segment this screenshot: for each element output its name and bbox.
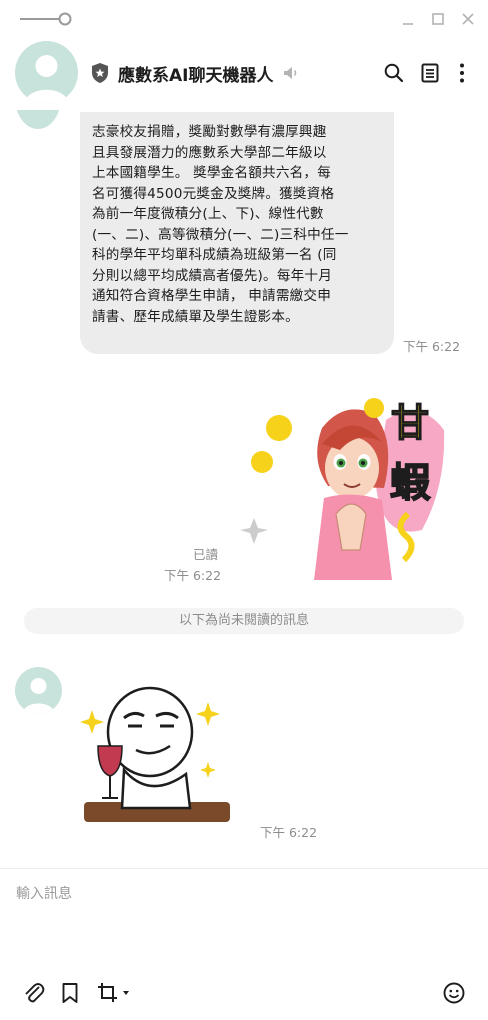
message-line: 科的學年平均單科成績為班級第一名 (同 (92, 247, 337, 263)
praying-girl-sticker[interactable]: 甘 蝦 (234, 390, 446, 580)
notes-icon[interactable] (418, 61, 442, 85)
composer (0, 868, 488, 1020)
bot-message-bubble[interactable]: 志豪校友捐贈，獎勵對數學有濃厚興趣 且具發展潛力的應數系大學部二年級以 上本國籍… (80, 112, 394, 354)
maximize-icon[interactable] (428, 9, 448, 29)
message-line: 通知符合資格學生申請， 申請需繳交申 (92, 288, 332, 304)
paperclip-icon[interactable] (22, 981, 46, 1005)
chat-title: 應數系AI聊天機器人 (118, 66, 274, 86)
crop-icon[interactable] (96, 981, 132, 1005)
default-avatar-icon (24, 55, 69, 104)
window-titlebar (0, 0, 488, 36)
message-line: 志豪校友捐贈，獎勵對數學有濃厚興趣 (92, 124, 327, 140)
message-list[interactable]: 志豪校友捐贈，獎勵對數學有濃厚興趣 且具發展潛力的應數系大學部二年級以 上本國籍… (0, 110, 488, 868)
bookmark-icon[interactable] (58, 981, 82, 1005)
message-timestamp: 下午 6:22 (164, 568, 222, 583)
message-line: 請書、歷年成績單及學生證影本。 (92, 308, 299, 325)
close-icon[interactable] (458, 9, 478, 29)
emoji-icon[interactable] (442, 981, 466, 1005)
bot-avatar[interactable] (15, 667, 62, 714)
message-line: (一、二)、高等微積分(一、二)三科中任一 (92, 226, 349, 243)
bot-avatar[interactable] (15, 110, 61, 129)
shield-star-icon (92, 63, 108, 83)
message-line: 名可獲得4500元獎金及獎牌。獲獎資格 (92, 185, 335, 202)
message-line: 且具發展潛力的應數系大學部二年級以 (92, 144, 327, 161)
message-line: 分則以總平均成績高者優先)。每年十月 (92, 267, 332, 284)
read-receipt: 已讀 (193, 547, 219, 562)
message-input[interactable] (16, 883, 472, 943)
pin-slider-icon[interactable] (18, 11, 74, 27)
more-icon[interactable] (450, 61, 474, 85)
chat-header: 應數系AI聊天機器人 (0, 36, 488, 110)
message-timestamp: 下午 6:22 (260, 825, 318, 840)
message-timestamp: 下午 6:22 (403, 339, 461, 354)
unread-divider: 以下為尚未閱讀的訊息 (24, 608, 464, 634)
chat-avatar[interactable] (15, 41, 78, 104)
svg-text:甘: 甘 (391, 401, 429, 445)
moon-wine-sticker[interactable] (80, 680, 232, 830)
speaker-muted-icon (284, 67, 297, 79)
svg-text:蝦: 蝦 (390, 460, 431, 506)
message-line: 上本國籍學生。 獎學金名額共六名，每 (92, 165, 332, 181)
minimize-icon[interactable] (398, 9, 418, 29)
search-icon[interactable] (382, 61, 406, 85)
default-avatar-icon (22, 678, 55, 714)
message-line: 為前一年度微積分(上、下)、線性代數 (92, 206, 324, 222)
